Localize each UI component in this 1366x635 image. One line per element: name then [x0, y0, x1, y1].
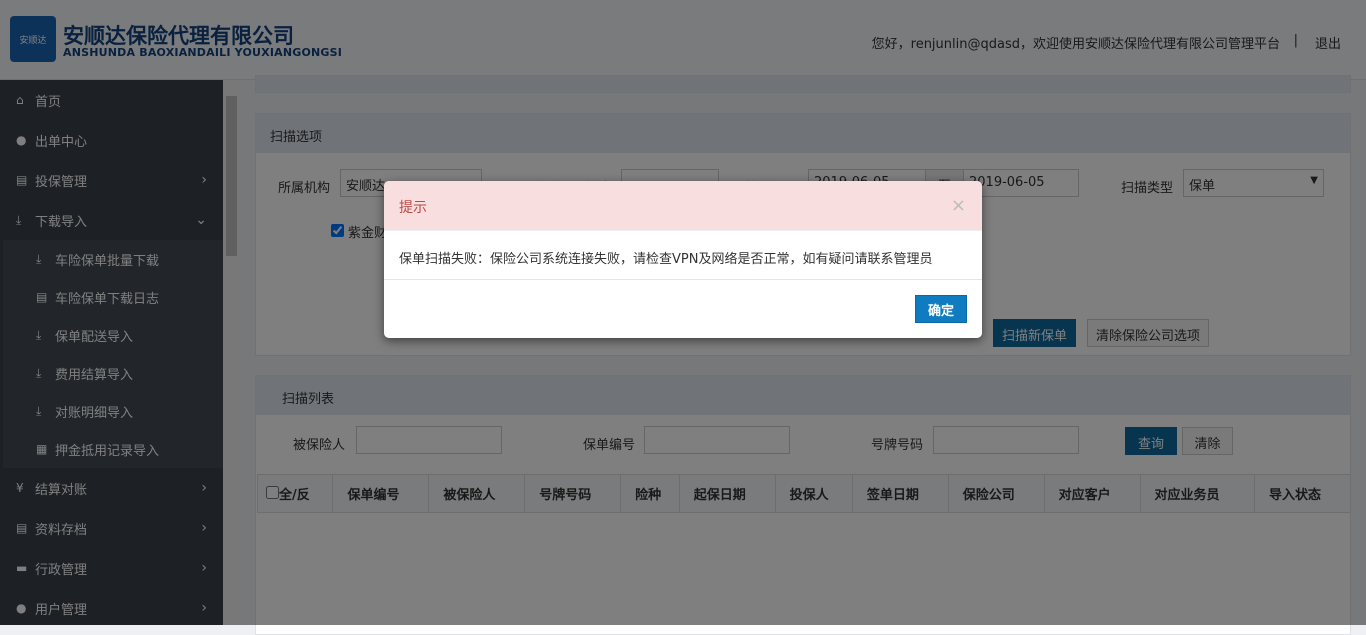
- dialog-message: 保单扫描失败：保险公司系统连接失败，请检查VPN及网络是否正常，如有疑问请联系管…: [384, 231, 982, 280]
- confirm-button[interactable]: 确定: [915, 295, 967, 323]
- alert-dialog: 提示 × 保单扫描失败：保险公司系统连接失败，请检查VPN及网络是否正常，如有疑问…: [384, 181, 982, 338]
- dialog-title: 提示: [399, 200, 427, 216]
- close-icon[interactable]: ×: [951, 195, 966, 216]
